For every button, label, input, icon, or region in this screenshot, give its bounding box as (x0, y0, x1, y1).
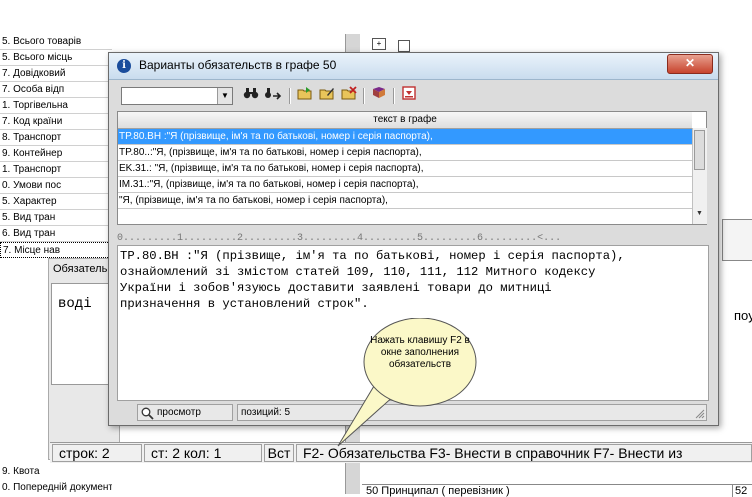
field-list-item-selected[interactable]: 7. Місце нав (0, 242, 112, 258)
grid-column-header[interactable]: текст в графе (118, 112, 692, 129)
field-list-item[interactable]: 0. Умови пос (0, 178, 112, 194)
grid-scrollbar[interactable]: ▼ (692, 128, 707, 224)
chevron-down-icon[interactable]: ▼ (217, 88, 232, 104)
editor-line: призначення в установлений строк". (120, 297, 369, 311)
resize-grip-icon[interactable] (694, 408, 705, 419)
field-52-label: 52 (732, 484, 752, 497)
field-list-item[interactable]: 5. Всього місць (0, 50, 112, 66)
editor-ruler: 0.........1.........2.........3.........… (117, 233, 562, 244)
field-list-item[interactable]: 7. Код країни (0, 114, 112, 130)
callout-text: Нажать клавишу F2 в окне заполнения обяз… (370, 335, 470, 370)
field-list-item[interactable]: 5. Всього товарів (0, 34, 112, 50)
status-position: ст: 2 кол: 1 (144, 444, 262, 462)
checkbox[interactable] (398, 40, 410, 52)
view-mode-field: просмотр (137, 404, 233, 421)
grid-row[interactable]: IM.31.:"Я, (прізвище, ім'я та по батьков… (118, 177, 692, 193)
obligations-grid: текст в графе TP.80.BH :"Я (прізвище, ім… (117, 111, 707, 225)
close-button[interactable]: ✕ (667, 54, 713, 74)
open-folder-icon[interactable] (295, 86, 315, 106)
dialog-toolbar: ▼ (117, 85, 709, 107)
add-icon[interactable]: + (372, 38, 386, 50)
edit-folder-icon[interactable] (317, 86, 337, 106)
filter-combobox[interactable]: ▼ (121, 87, 233, 105)
field-list-item[interactable]: 5. Характер (0, 194, 112, 210)
field-list-item[interactable]: 8. Транспорт (0, 130, 112, 146)
find-next-icon[interactable] (263, 86, 283, 106)
right-field-box (722, 219, 752, 261)
dialog-titlebar[interactable]: i Варианты обязательств в графе 50 ✕ (109, 53, 718, 80)
magnifier-icon (141, 407, 154, 420)
obligation-editor-text: воді (58, 296, 92, 312)
book-icon[interactable] (369, 86, 389, 106)
field-list-item[interactable]: 9. Квота (0, 464, 112, 480)
right-fragment-text: пoу (734, 308, 752, 323)
editor-line: України і зобов'язуюсь доставити заявлен… (120, 281, 552, 295)
obligation-panel-label: Обязатель (53, 263, 108, 275)
editor-line: ТР.80.ВН :"Я (прізвище, ім'я та по батьк… (120, 249, 625, 263)
field-list-item[interactable]: 6. Вид тран (0, 226, 112, 242)
dialog-title: Варианты обязательств в графе 50 (139, 58, 337, 72)
grid-row[interactable]: TP.80..:"Я, (прізвище, ім'я та по батько… (118, 145, 692, 161)
delete-folder-icon[interactable] (339, 86, 359, 106)
positions-count: позиций: 5 (241, 407, 291, 418)
field-list-item[interactable]: 7. Особа відп (0, 82, 112, 98)
status-rows: строк: 2 (52, 444, 142, 462)
grid-row[interactable]: "Я, (прізвище, ім'я та по батькові, номе… (118, 193, 692, 209)
insert-icon[interactable] (399, 86, 419, 106)
field-list-item[interactable]: 1. Транспорт (0, 162, 112, 178)
grid-row-selected[interactable]: TP.80.BH :"Я (прізвище, ім'я та по батьк… (118, 129, 692, 145)
field-50-label: 50 Принципал ( перевізник ) (362, 484, 736, 497)
view-mode-label: просмотр (157, 407, 201, 418)
field-list-item[interactable]: 5. Вид тран (0, 210, 112, 226)
scrollbar-thumb[interactable] (694, 130, 705, 170)
info-icon: i (117, 59, 131, 73)
field-list-item[interactable]: 9. Контейнер (0, 146, 112, 162)
scroll-down-icon[interactable]: ▼ (696, 210, 703, 217)
grid-row[interactable]: EK.31.: "Я, (прізвище, ім'я та по батько… (118, 161, 692, 177)
find-icon[interactable] (241, 86, 261, 106)
field-list-item[interactable]: 1. Торгівельна (0, 98, 112, 114)
status-insert-mode: Вст (264, 444, 294, 462)
editor-line: ознайомлений зі змістом статей 109, 110,… (120, 265, 596, 279)
field-list-item[interactable]: 7. Довідковий (0, 66, 112, 82)
